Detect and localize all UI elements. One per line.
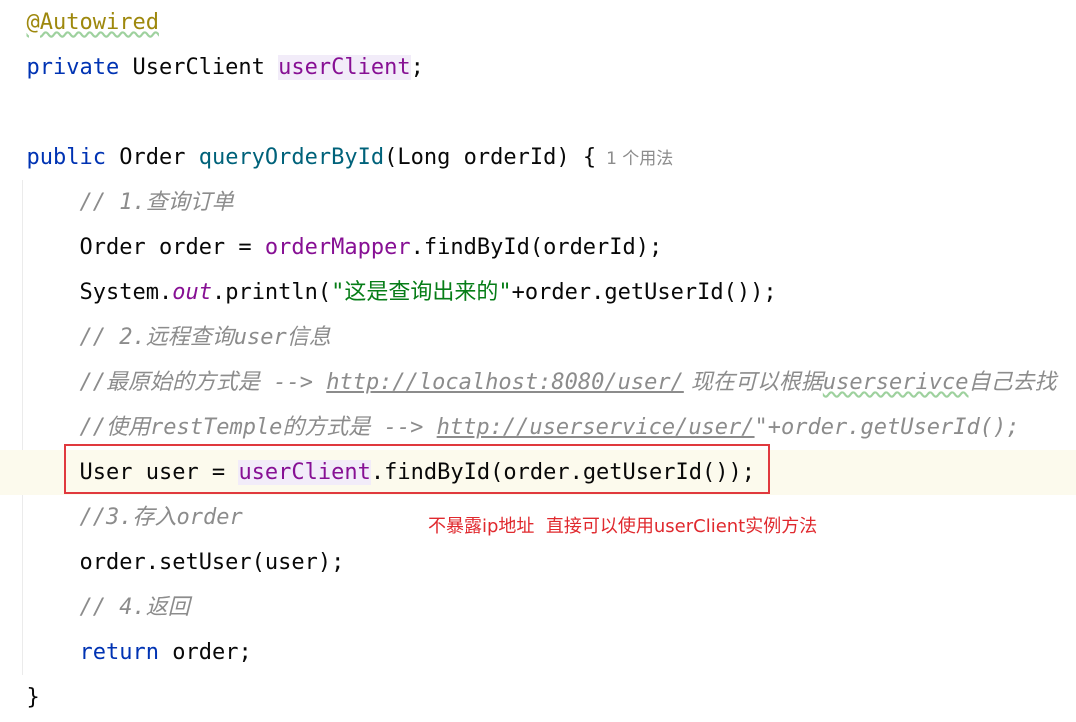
code-line-8[interactable]: // 2.远程查询user信息 [0,315,1076,360]
keyword-token: private [26,55,120,80]
comment-token: "+order.getUserId(); [754,415,1020,440]
code-token: System. [79,280,173,305]
typo-token: userserivce [822,370,969,395]
comment-token: 现在可以根据 [683,370,823,395]
params-token: (Long orderId) { [384,145,597,170]
code-editor[interactable]: @Autowired private UserClient userClient… [0,0,1076,722]
comment-token: // 1.查询订单 [79,190,234,215]
comment-token: // 2.远程查询user信息 [79,325,331,350]
code-line-2[interactable]: private UserClient userClient; [0,45,1076,90]
code-line-1[interactable]: @Autowired [0,0,1076,45]
code-token: .findById(order.getUserId()); [370,460,755,485]
annotation-token: @Autowired [26,10,159,35]
code-line-7[interactable]: System.out.println("这是查询出来的"+order.getUs… [0,270,1076,315]
code-line-16[interactable]: } [0,675,1076,720]
code-line-6[interactable]: Order order = orderMapper.findById(order… [0,225,1076,270]
code-line-11-current[interactable]: User user = userClient.findById(order.ge… [0,450,1076,495]
code-line-4[interactable]: public Order queryOrderById(Long orderId… [0,135,1076,180]
code-line-5[interactable]: // 1.查询订单 [0,180,1076,225]
comment-token: // 4.返回 [79,595,190,620]
code-token: .findById(orderId); [410,235,663,260]
field-token: userClient [278,55,411,80]
code-token: order; [158,640,252,665]
field-token: orderMapper [264,235,411,260]
keyword-token: return [79,640,159,665]
usage-hint[interactable]: 1 个用法 [606,149,673,169]
type-token: Order [105,145,199,170]
code-line-13[interactable]: order.setUser(user); [0,540,1076,585]
comment-token: 自己去找 [968,370,1057,395]
brace-token: } [26,685,40,710]
code-line-14[interactable]: // 4.返回 [0,585,1076,630]
code-token: order.setUser(user); [79,550,345,575]
punct-token: ; [410,55,424,80]
code-token: Order order = [79,235,265,260]
string-token: "这是查询出来的" [331,280,512,305]
code-line-15[interactable]: return order; [0,630,1076,675]
static-field-token: out [172,280,212,305]
keyword-token: public [26,145,106,170]
callout-annotation: 不暴露ip地址 直接可以使用userClient实例方法 [428,516,818,537]
type-token: UserClient [119,55,279,80]
code-token: User user = [79,460,239,485]
code-line-10[interactable]: //使用restTemple的方式是 --> http://userservic… [0,405,1076,450]
code-token: .println( [211,280,332,305]
url-link[interactable]: http://userservice/user/ [437,415,755,440]
url-link[interactable]: http://localhost:8080/user/ [326,370,684,395]
comment-token: //使用restTemple的方式是 --> [79,415,437,440]
code-token: +order.getUserId()); [511,280,777,305]
code-line-9[interactable]: //最原始的方式是 --> http://localhost:8080/user… [0,360,1076,405]
comment-token: //3.存入order [79,505,243,530]
method-name: queryOrderById [198,145,385,170]
field-token: userClient [238,460,371,485]
comment-token: //最原始的方式是 --> [79,370,327,395]
